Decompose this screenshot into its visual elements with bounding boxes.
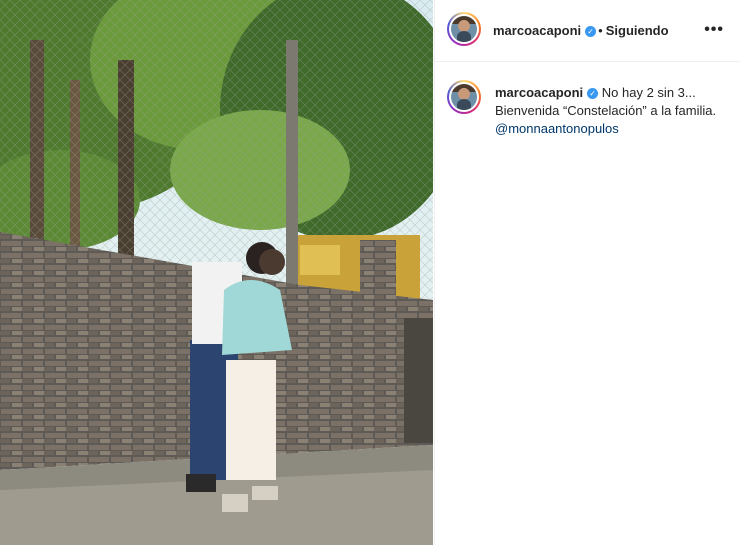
- avatar-image: [451, 16, 477, 42]
- avatar-border: [449, 14, 479, 44]
- following-button[interactable]: Siguiendo: [606, 23, 669, 38]
- header-username[interactable]: marcoacaponi: [493, 23, 581, 38]
- caption-avatar-image: [451, 84, 477, 110]
- avatar[interactable]: [447, 12, 481, 46]
- more-options-icon[interactable]: •••: [704, 21, 724, 39]
- caption-username[interactable]: marcoacaponi: [495, 85, 583, 100]
- separator-dot: •: [598, 23, 603, 38]
- caption-mention-link[interactable]: @monnaantonopulos: [495, 121, 619, 136]
- verified-badge-icon: ✓: [585, 26, 597, 38]
- caption-text: marcoacaponi ✓ No hay 2 sin 3... Bienveni…: [495, 84, 727, 138]
- post-side-panel: marcoacaponi ✓ • Siguiendo ••• marcoacaponi…: [434, 0, 740, 545]
- caption-verified-badge-icon: ✓: [587, 88, 599, 100]
- caption-avatar[interactable]: [447, 80, 481, 114]
- post-photo[interactable]: [0, 0, 433, 545]
- post-image-illustration: [0, 0, 433, 545]
- caption-avatar-border: [449, 82, 479, 112]
- post-header: marcoacaponi ✓ • Siguiendo •••: [435, 0, 740, 62]
- instagram-post-window: marcoacaponi ✓ • Siguiendo ••• marcoacaponi…: [0, 0, 740, 545]
- header-user-row: marcoacaponi ✓ • Siguiendo: [493, 23, 669, 38]
